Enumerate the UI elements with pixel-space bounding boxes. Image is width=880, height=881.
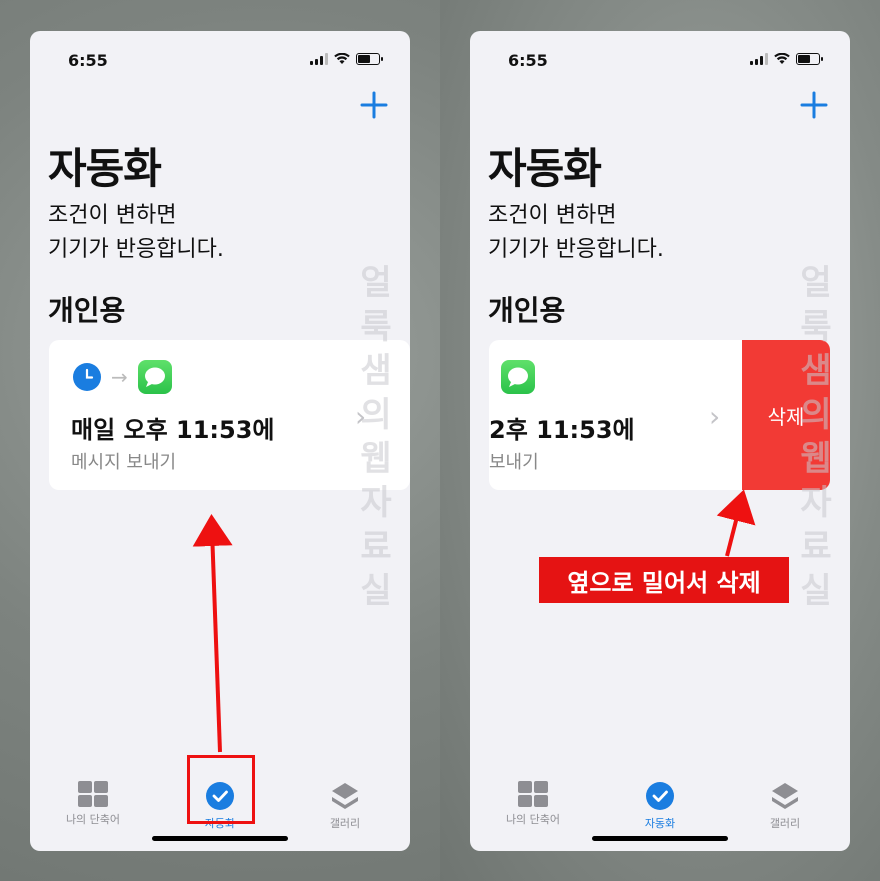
status-icons bbox=[310, 53, 383, 65]
page-title: 자동화 bbox=[488, 144, 602, 193]
cellular-signal-icon bbox=[750, 53, 768, 65]
battery-icon bbox=[356, 53, 383, 65]
cellular-signal-icon bbox=[310, 53, 328, 65]
battery-icon bbox=[796, 53, 823, 65]
automation-title: 매일 오후 11:53에 bbox=[71, 416, 275, 444]
annotation-highlight-box bbox=[187, 755, 255, 824]
status-icons bbox=[750, 53, 823, 65]
page-subtitle: 조건이 변하면 기기가 반응합니다. bbox=[488, 199, 664, 267]
subtitle-line-1: 조건이 변하면 bbox=[488, 203, 617, 228]
tab-gallery[interactable]: 갤러리 bbox=[740, 781, 830, 831]
tab-label: 나의 단축어 bbox=[65, 813, 121, 826]
automation-action: 메시지 보내기 bbox=[71, 452, 177, 473]
chevron-right-icon: › bbox=[709, 400, 721, 433]
automation-action: 보내기 bbox=[489, 452, 539, 473]
phone-screen-left: 6:55 자동화 조건이 변하면 기기가 반응합니다. 개인용 → 매일 오후 … bbox=[30, 31, 410, 851]
tab-automation[interactable]: 자동화 bbox=[615, 781, 705, 831]
section-title-personal: 개인용 bbox=[48, 294, 126, 327]
tab-my-shortcuts[interactable]: 나의 단축어 bbox=[488, 781, 578, 827]
tab-gallery[interactable]: 갤러리 bbox=[300, 781, 390, 831]
right-arrow-icon: → bbox=[111, 365, 128, 389]
page-title: 자동화 bbox=[48, 144, 162, 193]
wifi-icon bbox=[334, 53, 350, 64]
status-time: 6:55 bbox=[508, 51, 548, 70]
subtitle-line-2: 기기가 반응합니다. bbox=[48, 237, 224, 262]
chevron-right-icon: › bbox=[355, 400, 367, 433]
clock-icon bbox=[73, 363, 101, 391]
section-title-personal: 개인용 bbox=[488, 294, 566, 327]
tab-my-shortcuts[interactable]: 나의 단축어 bbox=[48, 781, 138, 827]
grid-icon bbox=[78, 781, 108, 807]
status-time: 6:55 bbox=[68, 51, 108, 70]
messages-icon bbox=[501, 360, 535, 394]
add-automation-button[interactable] bbox=[798, 89, 830, 121]
annotation-callout-label: 옆으로 밀어서 삭제 bbox=[539, 557, 789, 603]
tab-label: 갤러리 bbox=[329, 817, 361, 830]
subtitle-line-1: 조건이 변하면 bbox=[48, 203, 177, 228]
phone-screen-right: 6:55 자동화 조건이 변하면 기기가 반응합니다. 개인용 2후 11:53… bbox=[470, 31, 850, 851]
tab-label: 나의 단축어 bbox=[505, 813, 561, 826]
home-indicator[interactable] bbox=[592, 836, 728, 841]
home-indicator[interactable] bbox=[152, 836, 288, 841]
card-icons: → bbox=[73, 360, 172, 394]
grid-icon bbox=[518, 781, 548, 807]
card-icons bbox=[501, 360, 535, 394]
automation-card[interactable]: → 매일 오후 11:53에 메시지 보내기 › bbox=[49, 340, 410, 490]
subtitle-line-2: 기기가 반응합니다. bbox=[488, 237, 664, 262]
clock-check-icon bbox=[646, 782, 674, 810]
page-subtitle: 조건이 변하면 기기가 반응합니다. bbox=[48, 199, 224, 267]
tab-label: 갤러리 bbox=[769, 817, 801, 830]
tab-bar: 나의 단축어 자동화 갤러리 bbox=[470, 751, 850, 851]
delete-button[interactable]: 삭제 bbox=[742, 340, 830, 490]
layers-icon bbox=[772, 783, 798, 809]
messages-icon bbox=[137, 360, 172, 394]
layers-icon bbox=[332, 783, 358, 809]
add-automation-button[interactable] bbox=[358, 89, 390, 121]
tab-label: 자동화 bbox=[644, 817, 676, 830]
wifi-icon bbox=[774, 53, 790, 64]
automation-title: 2후 11:53에 bbox=[489, 416, 635, 444]
